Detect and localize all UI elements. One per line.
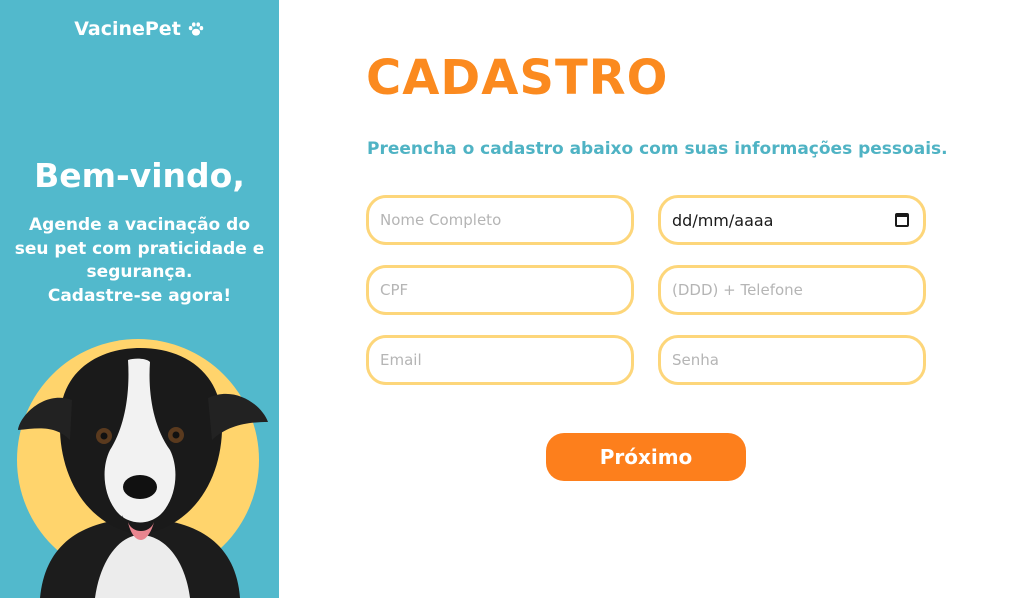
welcome-line: segurança.	[86, 262, 193, 282]
password-input[interactable]: Senha	[658, 335, 926, 385]
phone-placeholder: (DDD) + Telefone	[672, 281, 803, 299]
brand-name: VacinePet	[74, 18, 181, 40]
page-title: CADASTRO	[366, 50, 669, 106]
full-name-placeholder: Nome Completo	[380, 211, 502, 229]
birthdate-input[interactable]: dd/mm/aaaa	[658, 195, 926, 245]
paw-icon	[188, 22, 203, 36]
birthdate-value: dd/mm/aaaa	[672, 210, 774, 230]
email-input[interactable]: Email	[366, 335, 634, 385]
sidebar: VacinePet Bem-vindo, Agende a vacinação …	[0, 0, 279, 598]
welcome-line: Cadastre-se agora!	[47, 285, 232, 306]
email-placeholder: Email	[380, 351, 422, 369]
dog-illustration	[17, 339, 268, 598]
cpf-input[interactable]: CPF	[366, 265, 634, 315]
calendar-icon[interactable]	[895, 213, 909, 227]
password-placeholder: Senha	[672, 351, 719, 369]
welcome-text: Agende a vacinação do seu pet com pratic…	[10, 214, 269, 308]
form-subtitle: Preencha o cadastro abaixo com suas info…	[367, 139, 948, 159]
brand[interactable]: VacinePet	[0, 18, 279, 40]
welcome-title: Bem-vindo,	[34, 156, 245, 195]
welcome-line: Agende a vacinação do	[29, 215, 250, 235]
cpf-placeholder: CPF	[380, 281, 409, 299]
welcome-line: seu pet com praticidade e	[14, 238, 265, 259]
next-button[interactable]: Próximo	[546, 433, 746, 481]
phone-input[interactable]: (DDD) + Telefone	[658, 265, 926, 315]
full-name-input[interactable]: Nome Completo	[366, 195, 634, 245]
